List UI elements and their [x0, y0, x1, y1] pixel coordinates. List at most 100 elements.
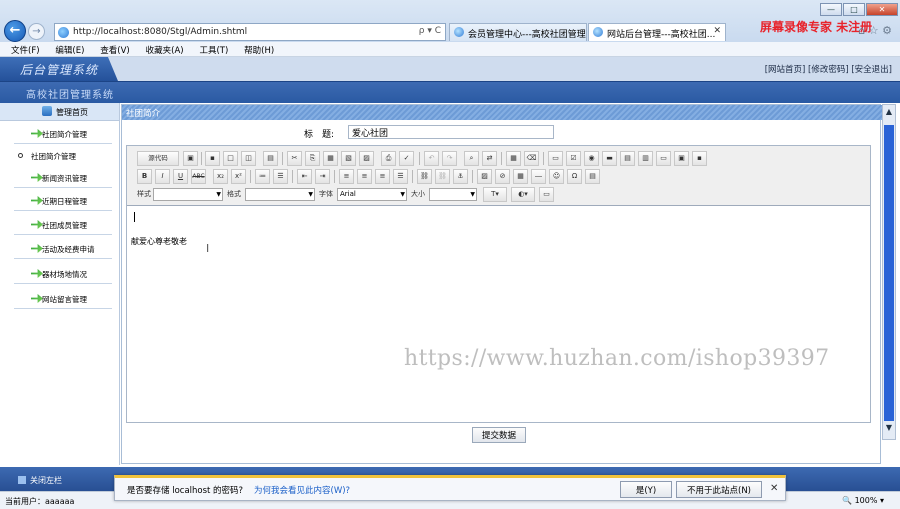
align-justify-icon[interactable]: ☰: [393, 169, 408, 184]
window-maximize-button[interactable]: □: [843, 3, 865, 16]
hidden-field-icon[interactable]: ▪: [692, 151, 707, 166]
save-password-never-button[interactable]: 不用于此站点(N): [676, 481, 762, 498]
subscript-icon[interactable]: x₂: [213, 169, 228, 184]
sidebar-item-schedule[interactable]: 近期日程管理: [14, 189, 112, 211]
submit-button[interactable]: 提交数据: [472, 427, 526, 443]
tab-close-icon[interactable]: ✕: [713, 26, 721, 36]
sidebar-item-equipment[interactable]: 器材场地情况: [14, 262, 112, 284]
remove-format-icon[interactable]: ⌫: [524, 151, 539, 166]
indent-icon[interactable]: ⇥: [315, 169, 330, 184]
paste-text-icon[interactable]: ▧: [341, 151, 356, 166]
link-icon[interactable]: ⛓: [417, 169, 432, 184]
editor-content-text[interactable]: 献爱心尊老敬老: [131, 236, 187, 247]
window-close-button[interactable]: ✕: [866, 3, 898, 16]
tab-member-center[interactable]: 会员管理中心---高校社团管理...: [449, 23, 587, 41]
size-select[interactable]: ▼: [429, 188, 477, 201]
sidebar-home[interactable]: 管理首页: [0, 103, 119, 121]
menu-favorites[interactable]: 收藏夹(A): [146, 42, 184, 56]
sidebar-item-members[interactable]: 社团成员管理: [14, 213, 112, 235]
underline-icon[interactable]: U: [173, 169, 188, 184]
text-field-icon[interactable]: ▬: [602, 151, 617, 166]
save-file-icon[interactable]: ▪: [205, 151, 220, 166]
text-color-icon[interactable]: T▾: [483, 187, 507, 202]
preview-icon[interactable]: ◫: [241, 151, 256, 166]
print-icon[interactable]: ⎙: [381, 151, 396, 166]
replace-icon[interactable]: ⇄: [482, 151, 497, 166]
style-select[interactable]: ▼: [153, 188, 223, 201]
paste-icon[interactable]: ▦: [323, 151, 338, 166]
button-field-icon[interactable]: ▭: [656, 151, 671, 166]
menu-file[interactable]: 文件(F): [11, 42, 40, 56]
window-minimize-button[interactable]: —: [820, 3, 842, 16]
cut-icon[interactable]: ✂: [287, 151, 302, 166]
smiley-icon[interactable]: ☺: [549, 169, 564, 184]
page-break-icon[interactable]: ▤: [585, 169, 600, 184]
new-page-icon[interactable]: □: [223, 151, 238, 166]
scroll-up-icon[interactable]: ▲: [883, 107, 895, 121]
sidebar-item-activity-funding[interactable]: 活动及经费申请: [14, 237, 112, 259]
tab-admin-backend[interactable]: 网站后台管理---高校社团... ✕: [588, 23, 726, 41]
home-star-gear-icons[interactable]: ⌂ ☆ ⚙: [858, 24, 892, 37]
bold-icon[interactable]: B: [137, 169, 152, 184]
close-icon[interactable]: ✕: [770, 483, 778, 494]
special-char-icon[interactable]: Ω: [567, 169, 582, 184]
flash-icon[interactable]: ⊘: [495, 169, 510, 184]
back-arrow-icon[interactable]: ←: [4, 20, 26, 42]
format-select[interactable]: ▼: [245, 188, 315, 201]
anchor-icon[interactable]: ⚓: [453, 169, 468, 184]
title-input[interactable]: [348, 125, 554, 139]
sidebar-item-news[interactable]: 新闻资讯管理: [14, 166, 112, 188]
paste-word-icon[interactable]: ▨: [359, 151, 374, 166]
undo-icon[interactable]: ↶: [424, 151, 439, 166]
image-icon[interactable]: ▨: [477, 169, 492, 184]
sidebar-subitem-club-intro[interactable]: 社团简介管理: [14, 144, 112, 166]
copy-icon[interactable]: ⎘: [305, 151, 320, 166]
form-icon[interactable]: ▭: [548, 151, 563, 166]
header-links[interactable]: [网站首页] [修改密码] [安全退出]: [765, 63, 892, 75]
find-icon[interactable]: ⌕: [464, 151, 479, 166]
italic-icon[interactable]: I: [155, 169, 170, 184]
editor-content-area[interactable]: 献爱心尊老敬老 I: [127, 205, 870, 422]
source-code-button[interactable]: 源代码: [137, 151, 179, 166]
radio-icon[interactable]: ◉: [584, 151, 599, 166]
prompt-help-link[interactable]: 为何我会看见此内容(W)?: [254, 484, 350, 496]
align-center-icon[interactable]: ≡: [357, 169, 372, 184]
image-button-icon[interactable]: ▣: [674, 151, 689, 166]
redo-icon[interactable]: ↷: [442, 151, 457, 166]
bullet-list-icon[interactable]: ☰: [273, 169, 288, 184]
page-scrollbar[interactable]: ▲ ▼: [882, 104, 896, 440]
superscript-icon[interactable]: x²: [231, 169, 246, 184]
textarea-icon[interactable]: ▤: [620, 151, 635, 166]
save-password-yes-button[interactable]: 是(Y): [620, 481, 672, 498]
address-tools[interactable]: ρ ▾ C: [419, 26, 441, 36]
align-left-icon[interactable]: ≡: [339, 169, 354, 184]
sidebar-item-messages[interactable]: 网站留言管理: [14, 287, 112, 309]
menu-help[interactable]: 帮助(H): [244, 42, 274, 56]
menu-edit[interactable]: 编辑(E): [55, 42, 84, 56]
spellcheck-icon[interactable]: ✓: [399, 151, 414, 166]
scroll-down-icon[interactable]: ▼: [883, 423, 895, 437]
font-select[interactable]: Arial ▼: [337, 188, 407, 201]
templates-icon[interactable]: ▤: [263, 151, 278, 166]
unlink-icon[interactable]: ⛓: [435, 169, 450, 184]
numbered-list-icon[interactable]: ≔: [255, 169, 270, 184]
zoom-level[interactable]: 🔍 100% ▾: [842, 496, 884, 505]
table-icon[interactable]: ▦: [513, 169, 528, 184]
strikethrough-icon[interactable]: ABC: [191, 169, 206, 184]
background-color-icon[interactable]: ◐▾: [511, 187, 535, 202]
maximize-editor-icon[interactable]: ▭: [539, 187, 554, 202]
outdent-icon[interactable]: ⇤: [297, 169, 312, 184]
address-bar[interactable]: http://localhost:8080/Stgl/Admin.shtml ρ…: [54, 23, 446, 41]
select-all-icon[interactable]: ▦: [506, 151, 521, 166]
sidebar-item-club-intro[interactable]: 社团简介管理: [14, 122, 112, 144]
menu-view[interactable]: 查看(V): [100, 42, 129, 56]
forward-arrow-icon[interactable]: →: [28, 23, 45, 40]
align-right-icon[interactable]: ≡: [375, 169, 390, 184]
select-field-icon[interactable]: ▥: [638, 151, 653, 166]
url-text[interactable]: http://localhost:8080/Stgl/Admin.shtml: [73, 27, 247, 37]
scroll-thumb[interactable]: [884, 125, 894, 421]
menu-tools[interactable]: 工具(T): [199, 42, 228, 56]
checkbox-icon[interactable]: ☑: [566, 151, 581, 166]
close-sidebar-button[interactable]: 关闭左栏: [18, 475, 62, 486]
save-icon[interactable]: ▣: [183, 151, 198, 166]
